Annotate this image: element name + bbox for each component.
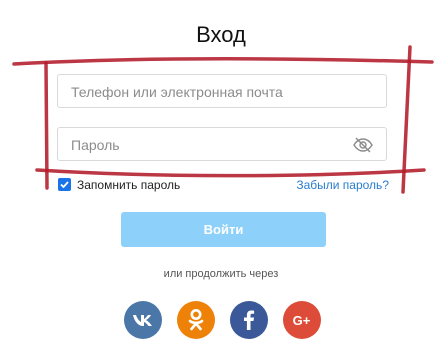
login-button[interactable]: Войти [121, 212, 326, 247]
remember-label[interactable]: Запомнить пароль [77, 178, 180, 192]
page-title: Вход [196, 22, 246, 47]
eye-slash-icon[interactable] [352, 136, 374, 154]
password-placeholder: Пароль [71, 137, 120, 153]
password-field[interactable]: Пароль [57, 127, 387, 161]
vk-icon[interactable] [124, 301, 162, 339]
social-caption: или продолжить через [163, 268, 279, 280]
odnoklassniki-icon[interactable] [177, 301, 215, 339]
remember-checkbox[interactable] [58, 178, 71, 191]
remember-row: Запомнить пароль Забыли пароль? [58, 176, 389, 194]
phone-email-placeholder: Телефон или электронная почта [71, 84, 283, 100]
facebook-icon[interactable] [230, 301, 268, 339]
login-page: Вход Телефон или электронная почта Парол… [0, 0, 442, 356]
svg-text:G+: G+ [293, 313, 311, 328]
forgot-password-link[interactable]: Забыли пароль? [296, 178, 389, 192]
phone-email-field[interactable]: Телефон или электронная почта [57, 74, 387, 108]
google-plus-icon[interactable]: G+ [283, 301, 321, 339]
